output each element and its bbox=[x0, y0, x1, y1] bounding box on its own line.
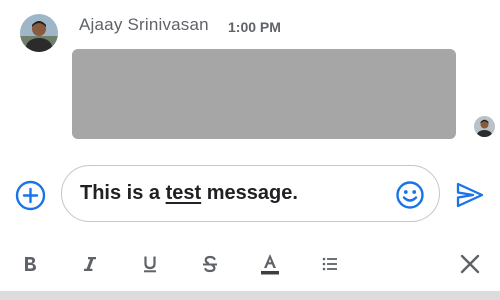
bottom-divider bbox=[0, 291, 500, 300]
bulleted-list-button[interactable] bbox=[316, 250, 344, 278]
text-color-icon bbox=[261, 254, 279, 275]
underline-icon bbox=[144, 256, 156, 273]
sender-avatar[interactable] bbox=[20, 14, 58, 52]
message-text-part: This is a bbox=[80, 182, 166, 204]
bulleted-list-icon bbox=[322, 257, 337, 271]
bold-button[interactable] bbox=[16, 250, 44, 278]
strikethrough-button[interactable] bbox=[196, 250, 224, 278]
message-input[interactable]: This is a test message. bbox=[61, 165, 440, 222]
close-icon bbox=[460, 254, 480, 274]
bold-icon bbox=[25, 257, 36, 271]
read-receipt-avatar bbox=[474, 116, 495, 137]
plus-circle-icon bbox=[15, 180, 46, 211]
send-icon bbox=[456, 182, 484, 208]
send-button[interactable] bbox=[455, 181, 485, 209]
italic-button[interactable] bbox=[76, 250, 104, 278]
smiley-icon bbox=[396, 181, 424, 209]
text-color-button[interactable] bbox=[256, 250, 284, 278]
underlined-word: test bbox=[165, 182, 202, 204]
italic-icon bbox=[84, 257, 96, 271]
message-input-text: This is a test message. bbox=[80, 182, 298, 205]
strikethrough-icon bbox=[203, 255, 217, 273]
underline-button[interactable] bbox=[136, 250, 164, 278]
message-timestamp: 1:00 PM bbox=[228, 19, 281, 35]
add-attachment-button[interactable] bbox=[15, 180, 46, 211]
emoji-button[interactable] bbox=[395, 180, 425, 210]
message-attachment[interactable] bbox=[72, 49, 456, 139]
message-text-part: message. bbox=[201, 182, 298, 204]
close-formatting-button[interactable] bbox=[456, 250, 484, 278]
sender-name: Ajaay Srinivasan bbox=[79, 15, 209, 34]
